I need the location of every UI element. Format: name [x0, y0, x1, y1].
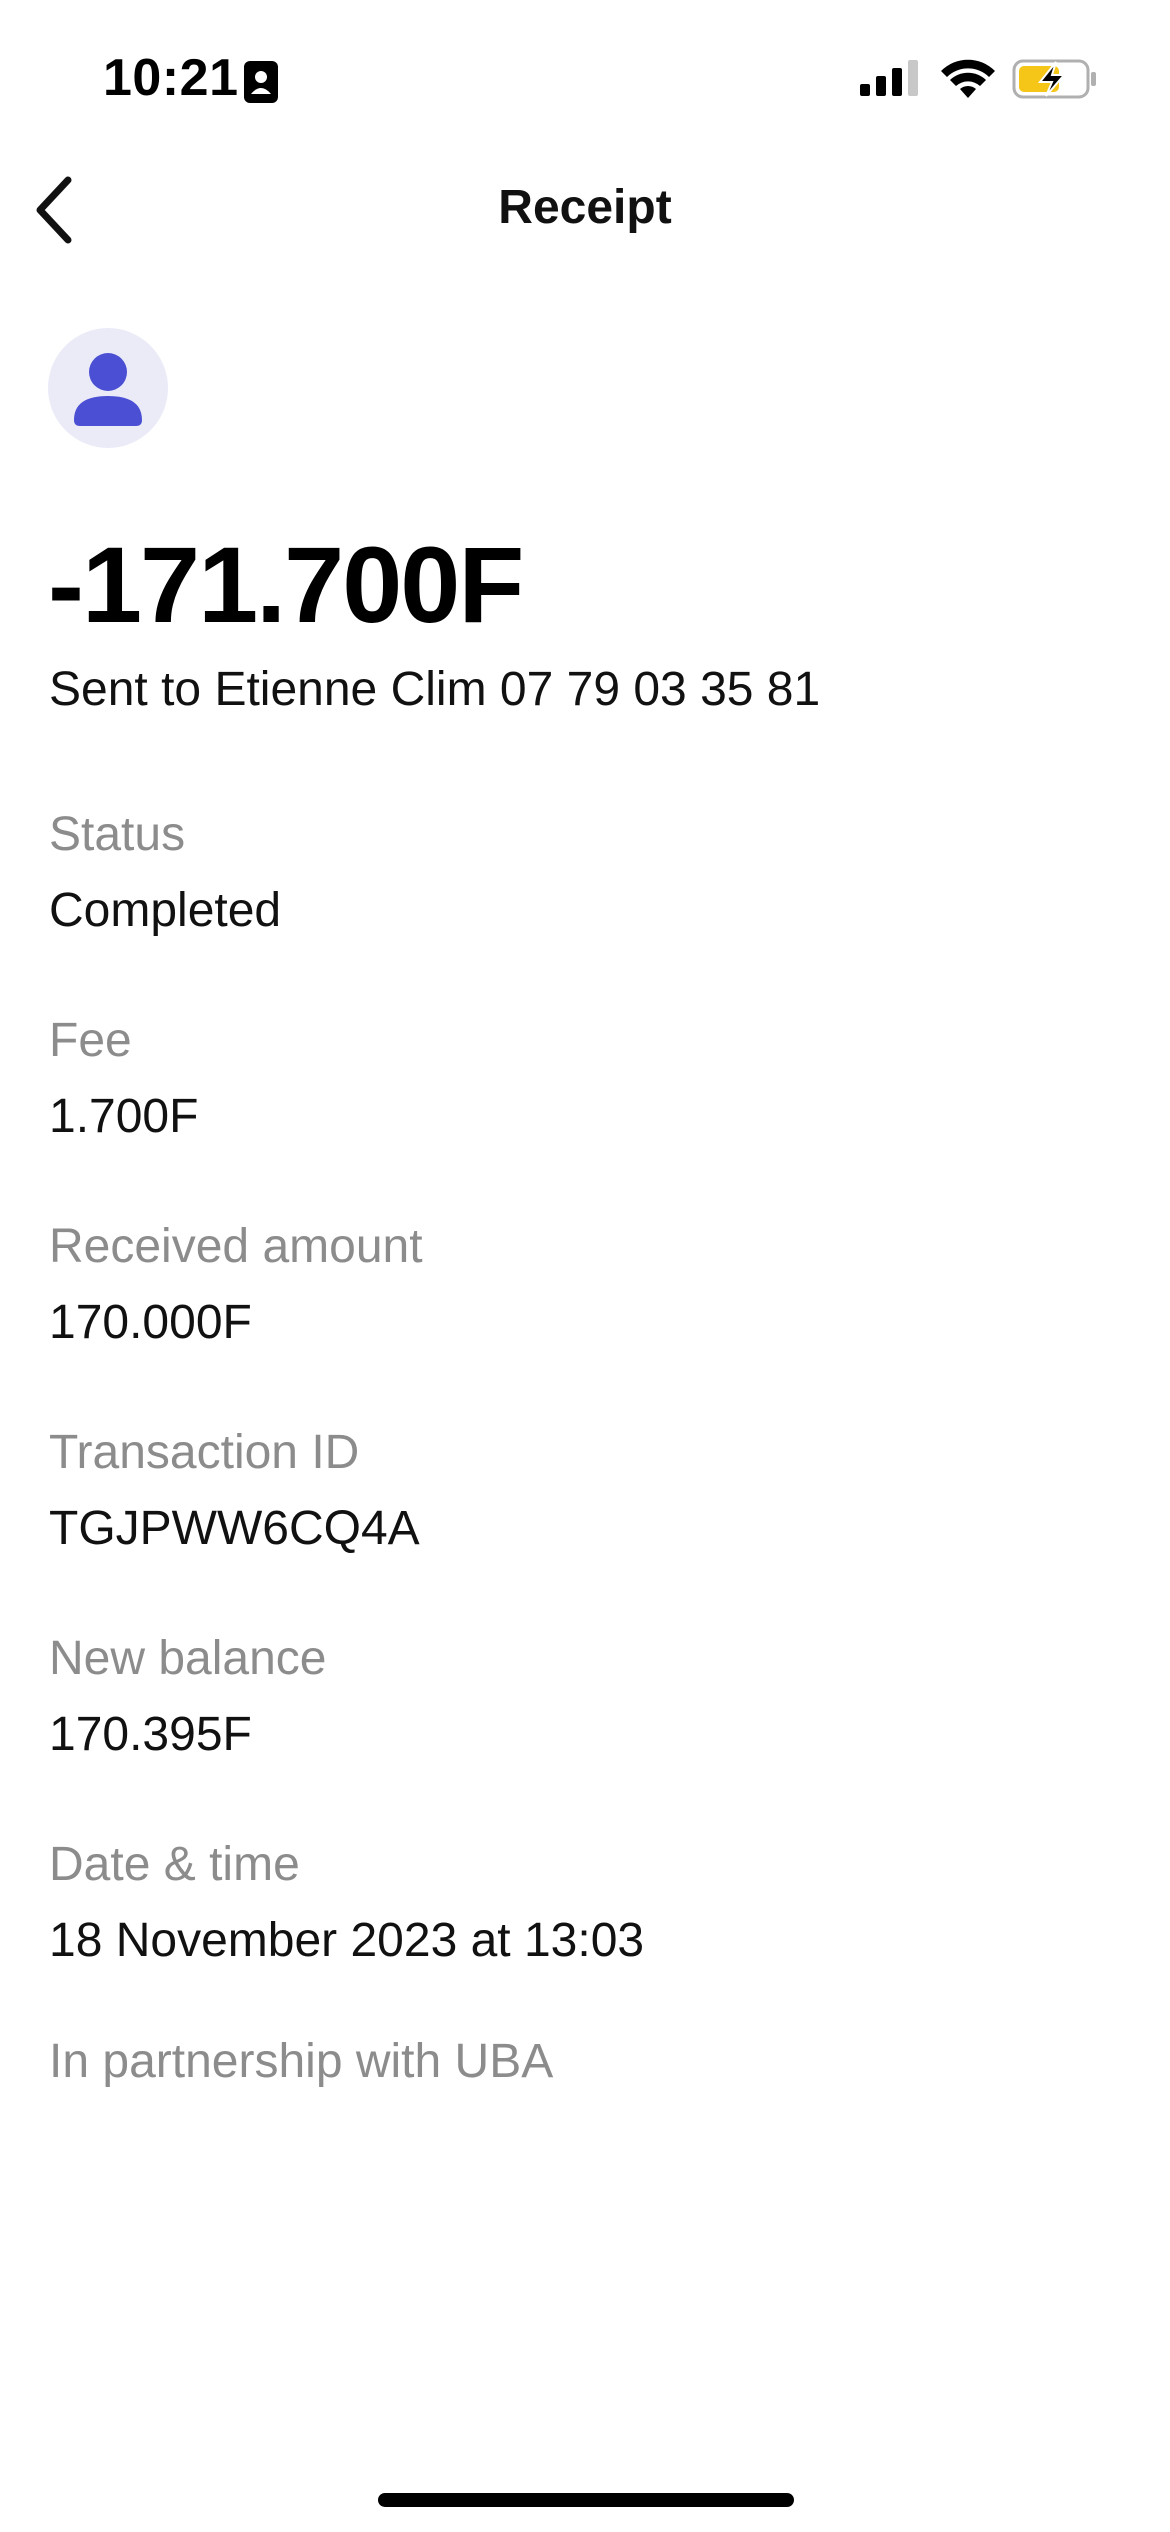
avatar — [48, 328, 168, 448]
status-bar: 10:21 — [0, 0, 1170, 150]
detail-value[interactable]: TGJPWW6CQ4A — [49, 1500, 420, 1558]
detail-fee: Fee 1.700F — [49, 1012, 198, 1146]
detail-transaction-id: Transaction ID TGJPWW6CQ4A — [49, 1424, 420, 1558]
status-time: 10:21 — [103, 49, 239, 107]
partnership-note: In partnership with UBA — [49, 2035, 554, 2088]
detail-status: Status Completed — [49, 806, 281, 940]
wifi-icon — [941, 59, 995, 98]
detail-label: New balance — [49, 1632, 327, 1685]
detail-label: Received amount — [49, 1220, 423, 1273]
detail-label: Fee — [49, 1014, 132, 1067]
page-title: Receipt — [498, 181, 672, 234]
detail-label: Status — [49, 808, 186, 861]
detail-label: Date & time — [49, 1838, 300, 1891]
detail-value: 170.000F — [49, 1296, 252, 1349]
detail-received-amount: Received amount 170.000F — [49, 1218, 423, 1352]
detail-value: Completed — [49, 884, 282, 937]
detail-value: 1.700F — [49, 1090, 199, 1143]
detail-label: Transaction ID — [49, 1426, 360, 1479]
battery-charging-icon — [1012, 59, 1096, 99]
detail-date-time: Date & time 18 November 2023 at 13:03 — [49, 1836, 644, 1970]
recipient-line: Sent to Etienne Clim 07 79 03 35 81 — [49, 663, 821, 716]
person-icon — [74, 353, 142, 426]
signal-icon — [860, 60, 918, 96]
detail-value: 18 November 2023 at 13:03 — [49, 1914, 645, 1967]
detail-new-balance: New balance 170.395F — [49, 1630, 327, 1764]
home-indicator[interactable] — [378, 2493, 794, 2507]
id-card-icon — [244, 61, 278, 103]
transaction-amount: -171.700F — [48, 524, 524, 645]
detail-value: 170.395F — [49, 1708, 252, 1761]
